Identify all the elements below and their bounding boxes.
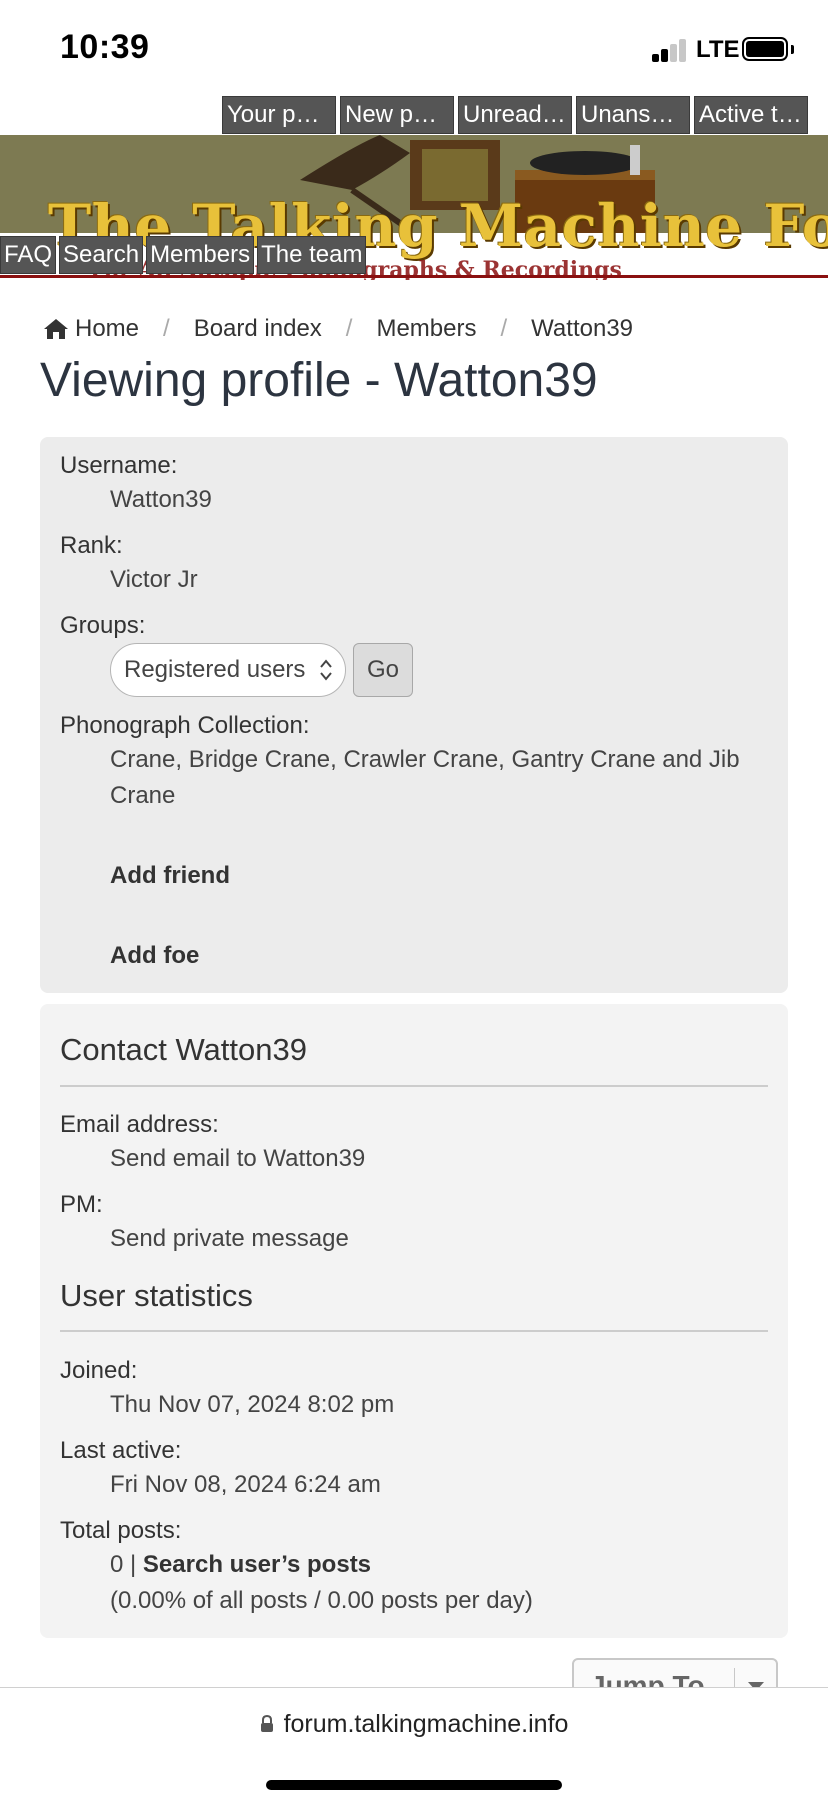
pm-label: PM: bbox=[60, 1191, 103, 1218]
network-type: LTE bbox=[696, 36, 740, 63]
breadcrumb-home[interactable]: Home bbox=[75, 315, 139, 343]
nav-members[interactable]: Members bbox=[146, 236, 255, 274]
breadcrumb-board-index[interactable]: Board index bbox=[194, 315, 322, 343]
joined-label: Joined: bbox=[60, 1357, 138, 1384]
rank-label: Rank: bbox=[60, 532, 123, 559]
contact-rule bbox=[60, 1085, 768, 1087]
posts-detail: (0.00% of all posts / 0.00 posts per day… bbox=[110, 1587, 533, 1614]
top-nav: Your po… New po… Unread … Unans… Active … bbox=[222, 96, 808, 134]
nav-unanswered-topics[interactable]: Unans… bbox=[576, 96, 690, 134]
add-friend-link[interactable]: Add friend bbox=[110, 858, 230, 894]
search-user-posts-link[interactable]: Search user’s posts bbox=[143, 1551, 371, 1578]
nav-new-posts[interactable]: New po… bbox=[340, 96, 454, 134]
url-text: forum.talkingmachine.info bbox=[283, 1710, 569, 1738]
nav-active-topics[interactable]: Active t… bbox=[694, 96, 808, 134]
nav-faq[interactable]: FAQ bbox=[0, 236, 57, 274]
nav-search[interactable]: Search bbox=[59, 236, 144, 274]
groups-select-value: Registered users bbox=[124, 656, 306, 683]
collection-label: Phonograph Collection: bbox=[60, 712, 310, 739]
home-indicator[interactable] bbox=[266, 1780, 562, 1790]
last-active-value: Fri Nov 08, 2024 6:24 am bbox=[110, 1471, 381, 1498]
collection-value: Crane, Bridge Crane, Crawler Crane, Gant… bbox=[110, 746, 740, 809]
nav-your-posts[interactable]: Your po… bbox=[222, 96, 336, 134]
signal-icon bbox=[652, 38, 688, 62]
stats-rule bbox=[60, 1330, 768, 1332]
joined-value: Thu Nov 07, 2024 8:02 pm bbox=[110, 1391, 395, 1418]
battery-icon bbox=[742, 37, 788, 61]
total-posts-row: 0 | Search user’s posts bbox=[110, 1547, 371, 1583]
rank-value: Victor Jr bbox=[110, 566, 198, 593]
breadcrumb: Home / Board index / Members / Watton39 bbox=[43, 315, 633, 343]
contact-panel: Contact Watton39 Email address: Send ema… bbox=[40, 1004, 788, 1638]
email-label: Email address: bbox=[60, 1111, 219, 1138]
groups-label: Groups: bbox=[60, 612, 146, 639]
breadcrumb-separator: / bbox=[163, 315, 170, 342]
breadcrumb-profile[interactable]: Watton39 bbox=[531, 315, 633, 343]
breadcrumb-separator: / bbox=[345, 315, 353, 342]
stats-heading: User statistics bbox=[60, 1278, 253, 1313]
select-arrows-icon bbox=[320, 659, 332, 681]
total-posts-value: 0 | bbox=[110, 1551, 137, 1578]
username-label: Username: bbox=[60, 452, 178, 479]
banner-stripe bbox=[0, 275, 828, 278]
battery-tip bbox=[791, 45, 794, 54]
nav-unread-posts[interactable]: Unread … bbox=[458, 96, 572, 134]
lock-icon bbox=[260, 1715, 273, 1732]
breadcrumb-members[interactable]: Members bbox=[376, 315, 476, 343]
status-bar: 10:39 LTE bbox=[0, 0, 828, 96]
page-title: Viewing profile - Watton39 bbox=[40, 354, 598, 407]
status-time: 10:39 bbox=[60, 28, 150, 66]
sub-nav: FAQ Search Members The team bbox=[0, 236, 367, 274]
last-active-label: Last active: bbox=[60, 1437, 182, 1464]
send-pm-link[interactable]: Send private message bbox=[110, 1221, 349, 1257]
username-value: Watton39 bbox=[110, 486, 212, 513]
browser-bar: forum.talkingmachine.info bbox=[0, 1687, 828, 1793]
contact-heading: Contact Watton39 bbox=[60, 1032, 307, 1067]
nav-the-team[interactable]: The team bbox=[257, 236, 367, 274]
total-posts-label: Total posts: bbox=[60, 1517, 182, 1544]
add-foe-link[interactable]: Add foe bbox=[110, 938, 199, 974]
go-button[interactable]: Go bbox=[353, 643, 413, 697]
breadcrumb-separator: / bbox=[500, 315, 508, 342]
profile-panel: Username: Watton39 Rank: Victor Jr Group… bbox=[40, 437, 788, 993]
home-icon[interactable] bbox=[43, 318, 69, 340]
send-email-link[interactable]: Send email to Watton39 bbox=[110, 1141, 365, 1177]
address-bar[interactable]: forum.talkingmachine.info bbox=[0, 1710, 828, 1739]
groups-select[interactable]: Registered users bbox=[110, 643, 346, 697]
